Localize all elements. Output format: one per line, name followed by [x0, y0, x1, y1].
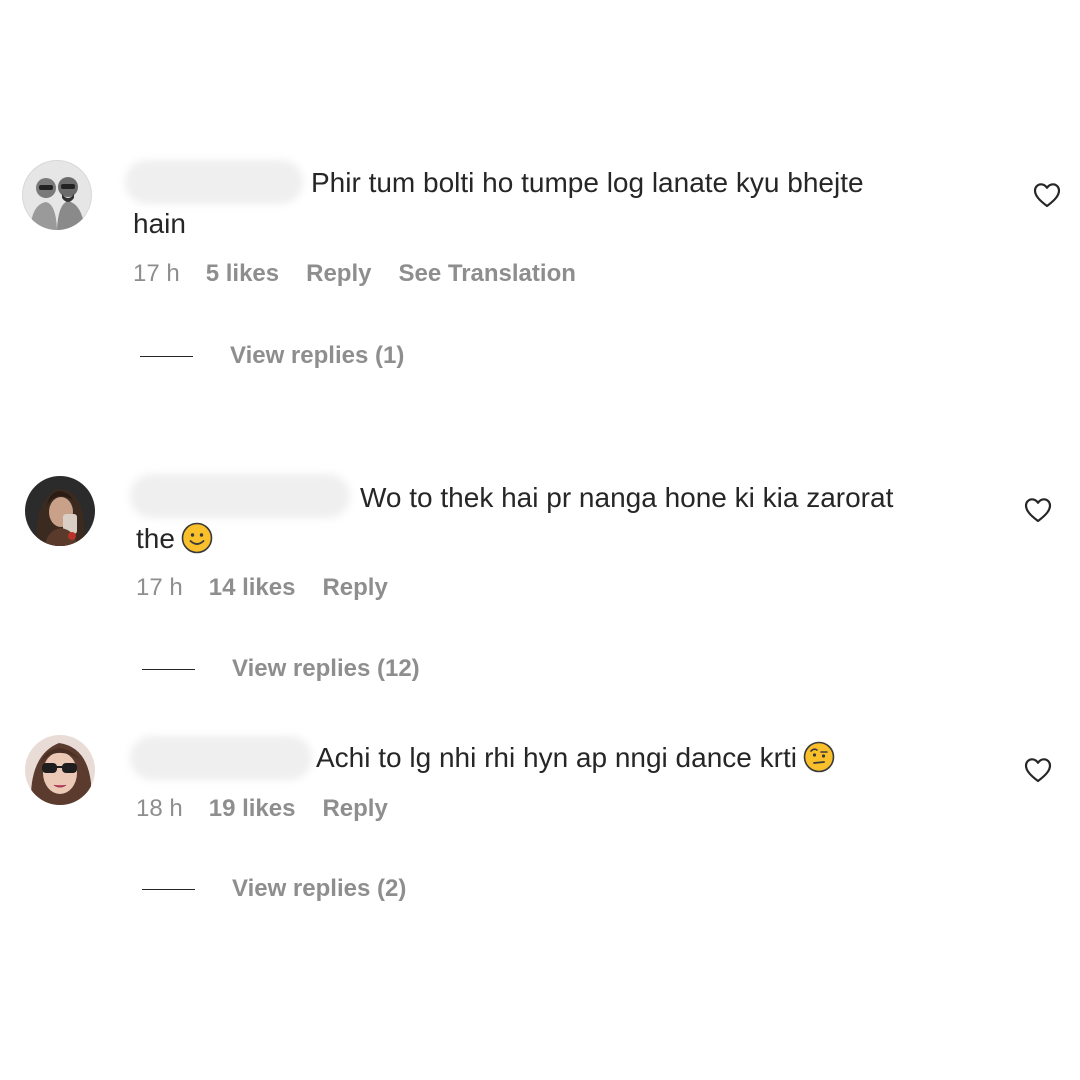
comment-text: Phir tum bolti ho tumpe log lanate kyu b… [133, 162, 993, 244]
view-replies-button[interactable]: View replies (2) [142, 874, 442, 904]
avatar[interactable] [25, 735, 95, 805]
heart-icon[interactable] [1033, 182, 1061, 208]
timestamp[interactable]: 17 h [133, 259, 180, 289]
avatar[interactable] [25, 476, 95, 546]
comment-meta: 17 h 14 likes Reply [136, 573, 415, 603]
avatar-woman-selfie-icon [25, 476, 95, 546]
timestamp[interactable]: 18 h [136, 794, 183, 824]
timestamp[interactable]: 17 h [136, 573, 183, 603]
avatar-couple-sketch-icon [22, 160, 92, 230]
view-replies-label[interactable]: View replies (12) [232, 654, 420, 684]
view-replies-label[interactable]: View replies (1) [230, 341, 404, 371]
reply-thread-divider [140, 356, 193, 357]
avatar-woman-sunglasses-icon [25, 735, 95, 805]
comment-text: Achi to lg nhi rhi hyn ap nngi dance krt… [133, 737, 993, 778]
reply-thread-divider [142, 669, 195, 670]
comment-text-line1: Wo to thek hai pr nanga hone ki kia zaro… [360, 482, 894, 513]
likes-count[interactable]: 14 likes [209, 573, 296, 603]
reply-button[interactable]: Reply [306, 259, 371, 289]
comment-text-line2: the [136, 523, 175, 554]
reply-button[interactable]: Reply [322, 573, 387, 603]
slightly-smiling-face-emoji-icon [181, 522, 213, 554]
comment-text: Wo to thek hai pr nanga hone ki kia zaro… [136, 477, 996, 559]
comment-text-line1: Phir tum bolti ho tumpe log lanate kyu b… [311, 167, 864, 198]
comment-meta: 17 h 5 likes Reply See Translation [133, 259, 576, 289]
comment-meta: 18 h 19 likes Reply [136, 794, 415, 824]
likes-count[interactable]: 19 likes [209, 794, 296, 824]
comment-text-line2: hain [133, 208, 186, 239]
comment-text-line1: Achi to lg nhi rhi hyn ap nngi dance krt… [316, 742, 797, 773]
see-translation-button[interactable]: See Translation [398, 259, 575, 289]
heart-icon[interactable] [1024, 757, 1052, 783]
likes-count[interactable]: 5 likes [206, 259, 279, 289]
heart-icon[interactable] [1024, 497, 1052, 523]
view-replies-label[interactable]: View replies (2) [232, 874, 406, 904]
reply-thread-divider [142, 889, 195, 890]
avatar[interactable] [22, 160, 92, 230]
face-with-raised-eyebrow-emoji-icon [803, 741, 835, 773]
view-replies-button[interactable]: View replies (1) [140, 341, 440, 371]
view-replies-button[interactable]: View replies (12) [142, 654, 462, 684]
reply-button[interactable]: Reply [322, 794, 387, 824]
